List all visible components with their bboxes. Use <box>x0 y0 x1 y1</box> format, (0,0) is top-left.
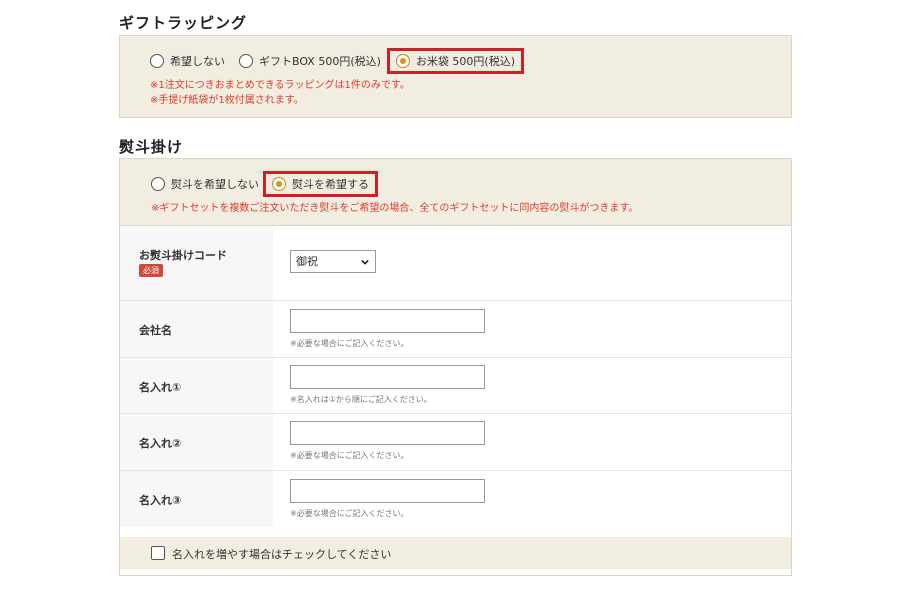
gift-note-2: ※手提げ紙袋が1枚付属されます。 <box>150 95 304 106</box>
gift-wrapping-options: 希望しない ギフトBOX 500円(税込) お米袋 500円(税込) <box>150 48 524 74</box>
radio-selected-icon[interactable] <box>395 54 410 68</box>
noshi-title: 熨斗掛け <box>119 138 184 156</box>
name3-row: 名入れ③ ※必要な場合にご記入ください。 <box>120 471 791 527</box>
noshi-code-row: お熨斗掛けコード 必須 御祝 <box>120 226 791 301</box>
gift-option-giftbox-label: ギフトBOX 500円(税込) <box>259 55 381 68</box>
company-input[interactable] <box>290 309 485 333</box>
gift-option-rice-bag[interactable]: お米袋 500円(税込) <box>386 48 524 74</box>
radio-icon[interactable] <box>150 54 164 68</box>
add-names-checkbox[interactable] <box>151 546 165 560</box>
radio-icon[interactable] <box>239 54 253 68</box>
gift-wrapping-title: ギフトラッピング <box>119 14 248 32</box>
radio-icon[interactable] <box>151 177 165 191</box>
add-names-row: 名入れを増やす場合はチェックしてください <box>120 537 791 569</box>
required-badge: 必須 <box>139 264 163 277</box>
noshi-code-select[interactable]: 御祝 <box>290 250 376 273</box>
name3-hint: ※必要な場合にご記入ください。 <box>290 509 409 518</box>
company-label: 会社名 <box>139 324 172 337</box>
gift-option-none[interactable]: 希望しない <box>150 53 225 69</box>
noshi-options-panel: 熨斗を希望しない 熨斗を希望する ※ギフトセットを複数ご注文いただき熨斗をご希望… <box>120 159 791 226</box>
gift-option-giftbox[interactable]: ギフトBOX 500円(税込) <box>239 53 381 69</box>
name3-label: 名入れ③ <box>139 494 182 507</box>
name2-input[interactable] <box>290 421 485 445</box>
add-names-label[interactable]: 名入れを増やす場合はチェックしてください <box>172 546 391 562</box>
noshi-option-none[interactable]: 熨斗を希望しない <box>151 176 259 192</box>
name2-row: 名入れ② ※必要な場合にご記入ください。 <box>120 414 791 471</box>
gift-option-none-label: 希望しない <box>170 55 225 68</box>
noshi-option-want[interactable]: 熨斗を希望する <box>263 171 378 197</box>
noshi-note: ※ギフトセットを複数ご注文いただき熨斗をご希望の場合、全てのギフトセットに同内容… <box>151 203 639 214</box>
noshi-code-selected: 御祝 <box>296 255 318 268</box>
company-row: 会社名 ※必要な場合にご記入ください。 <box>120 301 791 358</box>
name1-input[interactable] <box>290 365 485 389</box>
company-hint: ※必要な場合にご記入ください。 <box>290 339 409 348</box>
name1-row: 名入れ① ※名入れは①から順にご記入ください。 <box>120 358 791 414</box>
noshi-code-label: お熨斗掛けコード <box>139 249 227 262</box>
chevron-down-icon <box>361 259 369 265</box>
name1-label: 名入れ① <box>139 381 182 394</box>
gift-option-rice-bag-label: お米袋 500円(税込) <box>415 55 515 68</box>
noshi-option-want-label: 熨斗を希望する <box>292 178 369 191</box>
noshi-options: 熨斗を希望しない 熨斗を希望する <box>151 171 378 197</box>
gift-note-1: ※1注文につきおまとめできるラッピングは1件のみです。 <box>150 80 410 91</box>
name2-label: 名入れ② <box>139 437 182 450</box>
radio-selected-icon[interactable] <box>272 177 286 191</box>
gift-wrapping-panel: 希望しない ギフトBOX 500円(税込) お米袋 500円(税込) ※1注文に… <box>119 35 792 118</box>
name3-input[interactable] <box>290 479 485 503</box>
noshi-option-none-label: 熨斗を希望しない <box>171 178 259 191</box>
form-label-cell <box>120 226 273 300</box>
noshi-panel: 熨斗を希望しない 熨斗を希望する ※ギフトセットを複数ご注文いただき熨斗をご希望… <box>119 158 792 576</box>
name2-hint: ※必要な場合にご記入ください。 <box>290 451 409 460</box>
name1-hint: ※名入れは①から順にご記入ください。 <box>290 395 432 404</box>
